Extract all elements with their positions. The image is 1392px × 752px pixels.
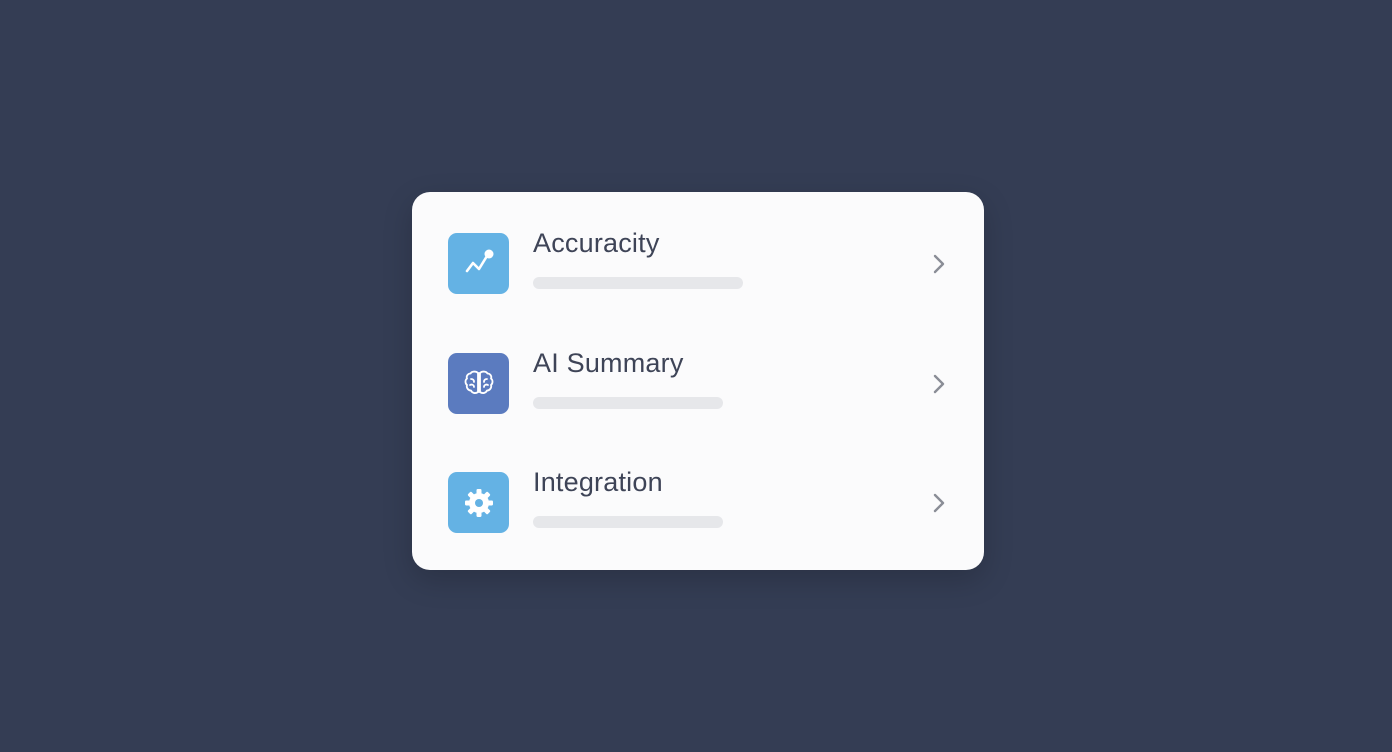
list-item-accuracity[interactable]: Accuracity (412, 214, 984, 314)
page-background: Accuracity AI Summary Integration (0, 0, 1392, 752)
chevron-right-icon[interactable] (925, 489, 953, 517)
chevron-right-icon[interactable] (925, 370, 953, 398)
list-item-ai-summary[interactable]: AI Summary (412, 334, 984, 434)
chevron-right-icon[interactable] (925, 250, 953, 278)
brain-icon (448, 353, 509, 414)
item-label: Accuracity (533, 228, 660, 258)
gear-icon (448, 472, 509, 533)
settings-card: Accuracity AI Summary Integration (412, 192, 984, 570)
item-description-placeholder (533, 516, 723, 528)
trend-line-icon (448, 233, 509, 294)
item-label: AI Summary (533, 348, 684, 378)
list-item-integration[interactable]: Integration (412, 453, 984, 553)
item-description-placeholder (533, 277, 743, 289)
item-description-placeholder (533, 397, 723, 409)
item-label: Integration (533, 467, 663, 497)
